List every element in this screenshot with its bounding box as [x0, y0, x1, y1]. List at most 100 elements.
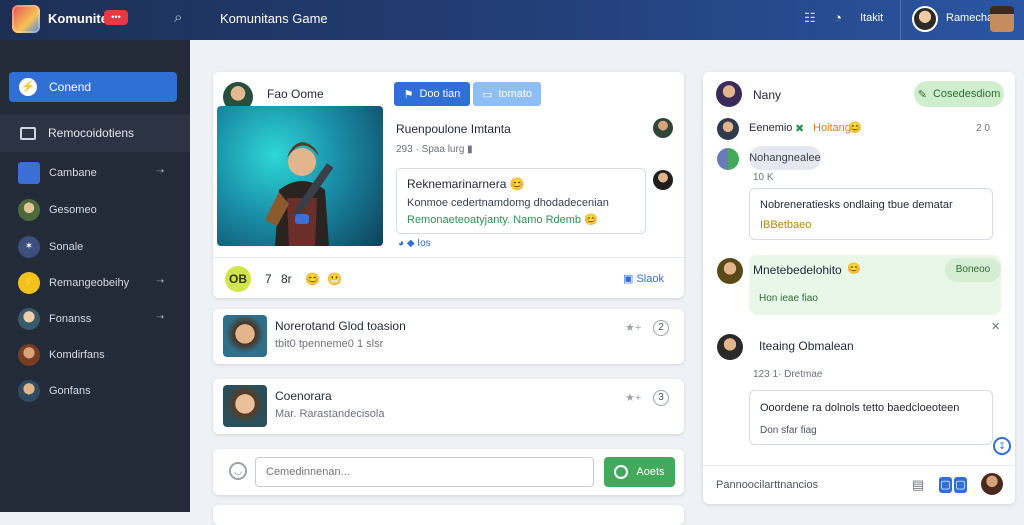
leaf-icon: ✖ — [795, 123, 805, 135]
chat-avatar[interactable] — [717, 334, 743, 360]
status-pill[interactable]: ✎ Cosedesdiom — [914, 81, 1004, 107]
message-author: Eenemio — [749, 122, 793, 134]
item-avatar — [18, 308, 40, 330]
message-card[interactable]: Nobreneratiesks ondlaing tbue dematar IB… — [749, 188, 993, 240]
sidebar-section-label: Remocoidotiens — [48, 126, 135, 140]
reaction-button[interactable]: OB — [225, 266, 251, 292]
sidebar-item[interactable]: ⚡ Remangeobeihy ➝ — [0, 268, 190, 298]
message-time: 2 0 — [976, 123, 990, 134]
list-item[interactable]: Norerotand Glod toasion tbit0 tpenneme0 … — [213, 309, 684, 364]
quoted-text: Konmoe cedertnamdomg dhodadecenian — [407, 197, 609, 209]
sidebar-item[interactable]: Gonfans — [0, 376, 190, 406]
commenter-avatar[interactable] — [653, 170, 673, 190]
game-character-image — [265, 142, 334, 246]
follow-button-label: Doo tian — [419, 88, 461, 100]
comment-input[interactable] — [255, 457, 594, 487]
list-item[interactable]: Coenorara Mar. Rarastandecisola ★+ 3 — [213, 379, 684, 434]
sidebar-item[interactable]: ✶ Sonale — [0, 232, 190, 262]
commenter-avatar[interactable] — [653, 118, 673, 138]
user-avatar[interactable] — [912, 6, 938, 32]
sidebar-item-label: Gesomeo — [49, 204, 97, 216]
sidebar-item-label: Cambane — [49, 167, 97, 179]
list-icon[interactable]: ☷ — [804, 10, 816, 26]
item-avatar — [18, 344, 40, 366]
chat-header-name: Nany — [753, 88, 782, 102]
compose-bar: ◡ Aoets — [213, 449, 684, 495]
sidebar-item-label: Komdirfans — [49, 349, 105, 361]
next-card — [213, 505, 684, 525]
notification-icon[interactable]: ◔ — [834, 10, 842, 25]
sidebar-primary-label: Conend — [49, 80, 92, 94]
post-card: Fao Oome ⚑ Doo tian ▭ tomato Ruenpoulone… — [213, 72, 684, 298]
send-button[interactable]: Aoets — [604, 457, 675, 487]
sidebar-primary-button[interactable]: ⚡ Conend — [9, 72, 177, 102]
post-foot-links[interactable]: ◕ ◆ Ios — [398, 238, 431, 249]
secondary-button-label: tomato — [498, 88, 533, 100]
message-author: Mnetebedelohito — [753, 263, 842, 277]
pencil-icon: ✎ — [917, 88, 927, 101]
chat-avatar[interactable] — [717, 258, 743, 284]
message-text: Ooordene ra dolnols tetto baedcloeoteen — [760, 402, 960, 414]
attachment-icon[interactable]: ▤ — [912, 477, 924, 493]
brand-badge: ••• — [104, 10, 128, 25]
message-tag[interactable]: Boneoo — [945, 258, 1001, 282]
reaction-extra: 8r — [281, 272, 292, 286]
quoted-comment[interactable]: Reknemarinarnera 😊 Konmoe cedertnamdomg … — [396, 168, 646, 234]
sidebar: ⚡ Conend Remocoidotiens Cambane ➝ Gesome… — [0, 40, 190, 512]
sidebar-item[interactable]: Komdirfans — [0, 340, 190, 370]
window-icon — [20, 126, 36, 140]
message-tag: Hoitang — [813, 122, 851, 134]
item-avatar — [18, 162, 40, 184]
star-icon[interactable]: ★+ — [625, 321, 641, 334]
chat-footer-text: Pannoocilarttnancios — [716, 479, 819, 491]
quoted-title: Reknemarinarnera 😊 — [407, 177, 525, 191]
flag-icon: ⚑ — [403, 88, 414, 101]
item-count: 3 — [653, 390, 669, 406]
sidebar-item[interactable]: Gesomeo — [0, 195, 190, 225]
message-bubble[interactable]: Nohangnealee — [749, 146, 821, 170]
sidebar-item-label: Remangeobeihy — [49, 277, 130, 289]
top-link[interactable]: Itakit — [860, 12, 883, 24]
message-text: Nobreneratiesks ondlaing tbue dematar — [760, 199, 953, 211]
item-title: Norerotand Glod toasion — [275, 319, 406, 333]
app-logo[interactable] — [12, 5, 40, 33]
group-icon[interactable] — [717, 148, 739, 170]
media-icon[interactable]: ▢ ▢ — [939, 477, 969, 493]
chat-icon: ▭ — [481, 88, 493, 101]
globe-icon: ◕ ◆ — [398, 238, 418, 249]
smile-emoji-icon[interactable]: 😊 — [305, 272, 320, 286]
sidebar-section[interactable]: Remocoidotiens — [0, 114, 190, 152]
brand-name[interactable]: Komunite — [48, 11, 108, 26]
sidebar-item-label: Sonale — [49, 241, 84, 253]
page-title: Komunitans Game — [220, 11, 328, 26]
post-headline: Ruenpoulone Imtanta — [396, 122, 511, 136]
chat-panel: Nany ✎ Cosedesdiom Eenemio ✖ Hoitang 😊 2… — [703, 72, 1015, 504]
quoted-highlight: Remonaeteoatyjanty. Namo Rdemb 😊 — [407, 214, 598, 226]
post-author[interactable]: Fao Oome — [267, 87, 324, 101]
star-icon[interactable]: ★+ — [625, 391, 641, 404]
message-author: Iteaing Obmalean — [759, 339, 854, 353]
profile-avatar[interactable] — [990, 6, 1014, 32]
user-avatar[interactable] — [981, 473, 1003, 495]
secondary-button[interactable]: ▭ tomato — [473, 82, 541, 106]
close-icon[interactable]: ✕ — [991, 320, 1000, 333]
sidebar-item[interactable]: Cambane ➝ — [0, 158, 190, 188]
search-icon[interactable]: ⌕ — [174, 9, 192, 27]
emoji-icon[interactable]: ◡ — [229, 462, 247, 480]
share-button[interactable]: ▣ Slaok — [623, 272, 664, 285]
scroll-down-icon[interactable]: ↧ — [993, 437, 1011, 455]
arrow-right-icon: ➝ — [156, 166, 165, 177]
message-card[interactable]: Ooordene ra dolnols tetto baedcloeoteen … — [749, 390, 993, 445]
post-image[interactable] — [217, 106, 383, 246]
divider — [213, 257, 684, 258]
post-meta: 293 · Spaa lurg ▮ — [396, 144, 473, 155]
follow-button[interactable]: ⚑ Doo tian — [394, 82, 470, 106]
message-subtext: Hon ieae fiao — [759, 293, 818, 304]
sidebar-item-label: Gonfans — [49, 385, 91, 397]
divider — [703, 465, 1015, 466]
chat-avatar[interactable] — [717, 118, 739, 140]
reaction-count: 7 — [265, 272, 272, 286]
sidebar-item[interactable]: Fonanss ➝ — [0, 304, 190, 334]
grin-emoji-icon[interactable]: 😬 — [327, 272, 342, 286]
chat-avatar[interactable] — [716, 81, 742, 107]
